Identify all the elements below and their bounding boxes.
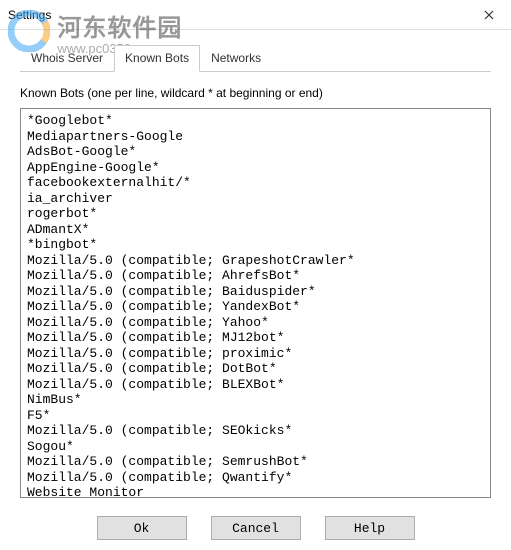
close-icon — [484, 7, 494, 23]
tab-known-bots[interactable]: Known Bots — [114, 45, 200, 72]
known-bots-textarea-wrap — [20, 108, 491, 498]
ok-button[interactable]: Ok — [97, 516, 187, 540]
titlebar: Settings — [0, 0, 511, 30]
tab-networks[interactable]: Networks — [200, 45, 272, 72]
tab-whois-server[interactable]: Whois Server — [20, 45, 114, 72]
content-area: Whois Server Known Bots Networks Known B… — [0, 30, 511, 508]
tab-strip: Whois Server Known Bots Networks — [20, 44, 491, 72]
close-button[interactable] — [466, 0, 511, 30]
known-bots-label: Known Bots (one per line, wildcard * at … — [20, 86, 491, 100]
cancel-button[interactable]: Cancel — [211, 516, 301, 540]
known-bots-textarea[interactable] — [21, 109, 490, 497]
help-button[interactable]: Help — [325, 516, 415, 540]
window-title: Settings — [8, 8, 466, 22]
dialog-button-row: Ok Cancel Help — [0, 516, 511, 540]
